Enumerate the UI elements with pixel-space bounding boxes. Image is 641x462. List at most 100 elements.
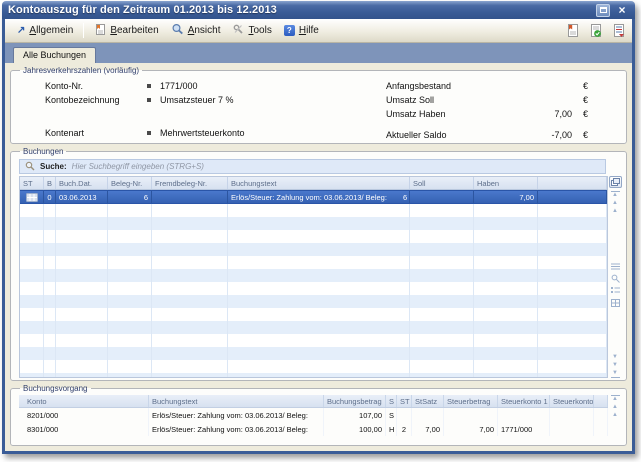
trow-steuerkonto1 — [498, 408, 550, 422]
menu-allgemein[interactable]: ↗ Allgemein — [11, 22, 79, 39]
trow-stsatz — [412, 408, 444, 422]
empty-booking-row — [20, 282, 607, 295]
scroll-page-up-button[interactable]: ▲ — [611, 208, 620, 215]
menu-ansicht[interactable]: Ansicht — [165, 20, 227, 41]
column-chooser-button[interactable] — [609, 176, 622, 188]
empty-cell — [152, 295, 228, 308]
field-bullet — [147, 131, 151, 135]
col-filler — [538, 177, 607, 189]
empty-cell — [108, 334, 152, 347]
tools-icon — [232, 23, 244, 38]
menu-tools[interactable]: Tools — [226, 20, 277, 41]
booking-row-selected[interactable]: 0 03.06.2013 6 Erlös/Steuer: Zahlung vom… — [20, 190, 607, 204]
search-label: Suche: — [40, 162, 67, 171]
toolbar-separator — [83, 23, 84, 38]
tab-alle-buchungen[interactable]: Alle Buchungen — [13, 47, 96, 63]
empty-booking-row — [20, 295, 607, 308]
menu-hilfe[interactable]: ? Hilfe — [278, 22, 325, 39]
empty-cell — [228, 243, 410, 256]
trow-steuerbetrag — [444, 408, 498, 422]
tcol-s[interactable]: S — [386, 395, 397, 407]
col-st[interactable]: ST — [20, 177, 44, 189]
trans-scroll-up2-button[interactable]: ▲ — [611, 412, 620, 419]
search-row-button[interactable] — [609, 273, 621, 284]
col-buchdat[interactable]: Buch.Dat. — [56, 177, 108, 189]
empty-cell — [474, 204, 538, 217]
tcol-steuerbetrag[interactable]: Steuerbetrag — [444, 395, 498, 407]
detail-list-button[interactable] — [609, 285, 621, 296]
empty-cell — [474, 360, 538, 373]
tcol-buchungsbetrag[interactable]: Buchungsbetrag — [324, 395, 386, 407]
view-magnifier-icon — [171, 23, 184, 38]
empty-cell — [108, 256, 152, 269]
tcol-steuerkonto2[interactable]: Steuerkonto 2 — [550, 395, 594, 407]
umsatz-haben-label: Umsatz Haben — [386, 109, 526, 119]
titlebar[interactable]: Kontoauszug für den Zeitraum 01.2013 bis… — [2, 1, 635, 19]
close-button[interactable]: × — [615, 4, 629, 17]
empty-cell — [410, 256, 474, 269]
col-haben[interactable]: Haben — [474, 177, 538, 189]
empty-cell — [44, 282, 56, 295]
empty-cell — [228, 334, 410, 347]
empty-booking-row — [20, 230, 607, 243]
tcol-buchungstext[interactable]: Buchungstext — [149, 395, 324, 407]
trow-betrag: 107,00 — [324, 408, 386, 422]
empty-cell — [410, 204, 474, 217]
empty-cell — [538, 243, 607, 256]
empty-cell — [228, 373, 410, 378]
col-fremdbeleg-nr[interactable]: Fremdbeleg-Nr. — [152, 177, 228, 189]
maximize-button[interactable] — [596, 4, 610, 17]
menu-bearbeiten[interactable]: Bearbeiten — [88, 20, 164, 42]
trans-scroll-first-button[interactable]: ▲ — [611, 395, 620, 403]
col-b[interactable]: B — [44, 177, 56, 189]
scroll-down-button[interactable]: ▼ — [611, 362, 620, 369]
empty-cell — [228, 360, 410, 373]
transaction-group: Buchungsvorgang Konto Buchungstext Buchu… — [10, 384, 627, 446]
transaction-row[interactable]: 8201/000 Erlös/Steuer: Zahlung vom: 03.0… — [19, 408, 608, 422]
col-beleg-nr[interactable]: Beleg-Nr. — [108, 177, 152, 189]
toolbar-right-group — [563, 22, 626, 39]
arrow-ne-icon: ↗ — [17, 25, 25, 36]
trans-scroll-up-button[interactable]: ▲ — [611, 404, 620, 411]
scroll-first-button[interactable]: ▲ — [611, 191, 620, 199]
empty-booking-row — [20, 308, 607, 321]
report-icon[interactable] — [563, 22, 580, 39]
empty-cell — [538, 204, 607, 217]
export-check-icon[interactable] — [586, 22, 603, 39]
scroll-up-button[interactable]: ▲ — [611, 200, 620, 207]
scroll-page-down-button[interactable]: ▼ — [611, 354, 620, 361]
tcol-steuerkonto1[interactable]: Steuerkonto 1 — [498, 395, 550, 407]
transaction-row[interactable]: 8301/000 Erlös/Steuer: Zahlung vom: 03.0… — [19, 422, 608, 436]
tcol-konto[interactable]: Konto — [19, 395, 149, 407]
list-view-button[interactable] — [609, 261, 621, 272]
grid-view-button[interactable] — [609, 297, 621, 308]
col-soll[interactable]: Soll — [410, 177, 474, 189]
search-bar[interactable]: Suche: Hier Suchbegriff eingeben (STRG+S… — [19, 159, 606, 174]
export-list-icon[interactable] — [609, 22, 626, 39]
scroll-last-button[interactable]: ▼ — [611, 370, 620, 378]
tcol-filler — [594, 395, 608, 407]
empty-cell — [474, 334, 538, 347]
menubar: ↗ Allgemein Bearbeiten Ansicht T — [5, 19, 632, 43]
kontenart-value: Mehrwertsteuerkonto — [160, 128, 245, 138]
empty-cell — [228, 282, 410, 295]
empty-cell — [538, 321, 607, 334]
annual-figures-group: Jahresverkehrszahlen (vorläufig) Konto-N… — [10, 66, 627, 144]
empty-cell — [152, 321, 228, 334]
tab-band: Alle Buchungen — [5, 43, 632, 63]
empty-cell — [152, 373, 228, 378]
empty-cell — [152, 269, 228, 282]
empty-cell — [108, 360, 152, 373]
empty-cell — [56, 295, 108, 308]
empty-cell — [56, 373, 108, 378]
empty-cell — [152, 256, 228, 269]
empty-cell — [228, 230, 410, 243]
transaction-title: Buchungsvorgang — [20, 384, 91, 393]
kontobezeichnung-value: Umsatzsteuer 7 % — [160, 95, 234, 105]
tcol-st[interactable]: ST — [397, 395, 412, 407]
tcol-stsatz[interactable]: StSatz — [412, 395, 444, 407]
search-input-placeholder[interactable]: Hier Suchbegriff eingeben (STRG+S) — [72, 162, 204, 171]
col-buchungstext[interactable]: Buchungstext — [228, 177, 410, 189]
empty-cell — [44, 256, 56, 269]
empty-cell — [56, 269, 108, 282]
